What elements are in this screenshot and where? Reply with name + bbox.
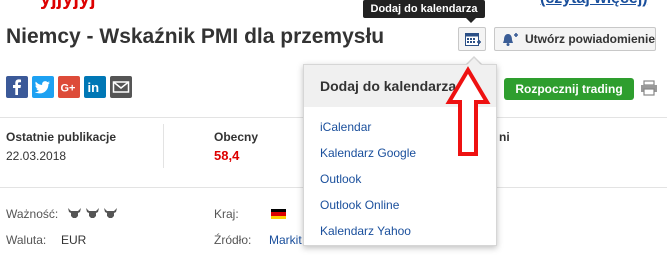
bull-icon xyxy=(68,208,117,218)
menu-item-yahoo-calendar[interactable]: Kalendarz Yahoo xyxy=(320,224,411,238)
source-label: Źródło: xyxy=(214,233,252,247)
email-icon xyxy=(112,81,130,93)
page-title: Niemcy - Wskaźnik PMI dla przemysłu xyxy=(6,25,385,48)
twitter-share-button[interactable] xyxy=(32,76,54,98)
last-release-label: Ostatnie publikacje xyxy=(6,130,117,144)
linkedin-share-button[interactable]: in xyxy=(84,76,106,98)
current-value: 58,4 xyxy=(214,148,240,163)
facebook-share-button[interactable] xyxy=(6,76,28,98)
linkedin-icon: in xyxy=(88,80,100,95)
top-partial-text: yjjyjyj xyxy=(40,0,96,10)
current-label: Obecny xyxy=(214,130,259,144)
importance-label: Ważność: xyxy=(6,207,59,221)
menu-item-google-calendar[interactable]: Kalendarz Google xyxy=(320,146,416,160)
svg-text:G+: G+ xyxy=(61,83,76,95)
last-release-date: 22.03.2018 xyxy=(6,149,67,163)
google-plus-share-button[interactable]: G+ xyxy=(58,76,80,98)
google-plus-icon: G+ xyxy=(61,83,76,95)
bell-plus-icon xyxy=(503,33,518,46)
create-alert-button[interactable]: Utwórz powiadomienie xyxy=(494,27,656,51)
germany-flag-icon xyxy=(271,209,286,219)
twitter-icon xyxy=(34,81,50,94)
create-alert-label: Utwórz powiadomienie xyxy=(525,32,656,46)
svg-text:in: in xyxy=(88,80,100,95)
top-partial-banner: yjjyjyj (czytaj więcej) xyxy=(0,0,667,10)
menu-item-outlook[interactable]: Outlook xyxy=(320,172,361,186)
source-link[interactable]: Markit xyxy=(269,233,302,247)
menu-item-outlook-online[interactable]: Outlook Online xyxy=(320,198,399,212)
currency-label: Waluta: xyxy=(6,233,47,247)
column-divider xyxy=(163,124,164,168)
print-icon xyxy=(641,80,657,96)
top-partial-link[interactable]: (czytaj więcej) xyxy=(540,0,648,8)
email-share-button[interactable] xyxy=(110,76,132,98)
menu-item-icalendar[interactable]: iCalendar xyxy=(320,120,371,134)
currency-value: EUR xyxy=(61,233,87,247)
country-label: Kraj: xyxy=(214,207,239,221)
calendar-tooltip: Dodaj do kalendarza xyxy=(363,0,485,18)
hidden-column-label: ni xyxy=(499,130,510,144)
importance-rating xyxy=(66,206,122,225)
up-arrow-icon xyxy=(445,66,491,156)
start-trading-button[interactable]: Rozpocznij trading xyxy=(504,78,634,100)
facebook-icon xyxy=(13,79,21,95)
tooltip-arrow xyxy=(466,18,476,23)
calendar-icon xyxy=(465,33,481,46)
add-to-calendar-button[interactable] xyxy=(458,27,486,51)
dropdown-caret-inner xyxy=(467,58,481,65)
red-arrow-annotation xyxy=(445,66,491,163)
print-button[interactable] xyxy=(640,80,658,101)
